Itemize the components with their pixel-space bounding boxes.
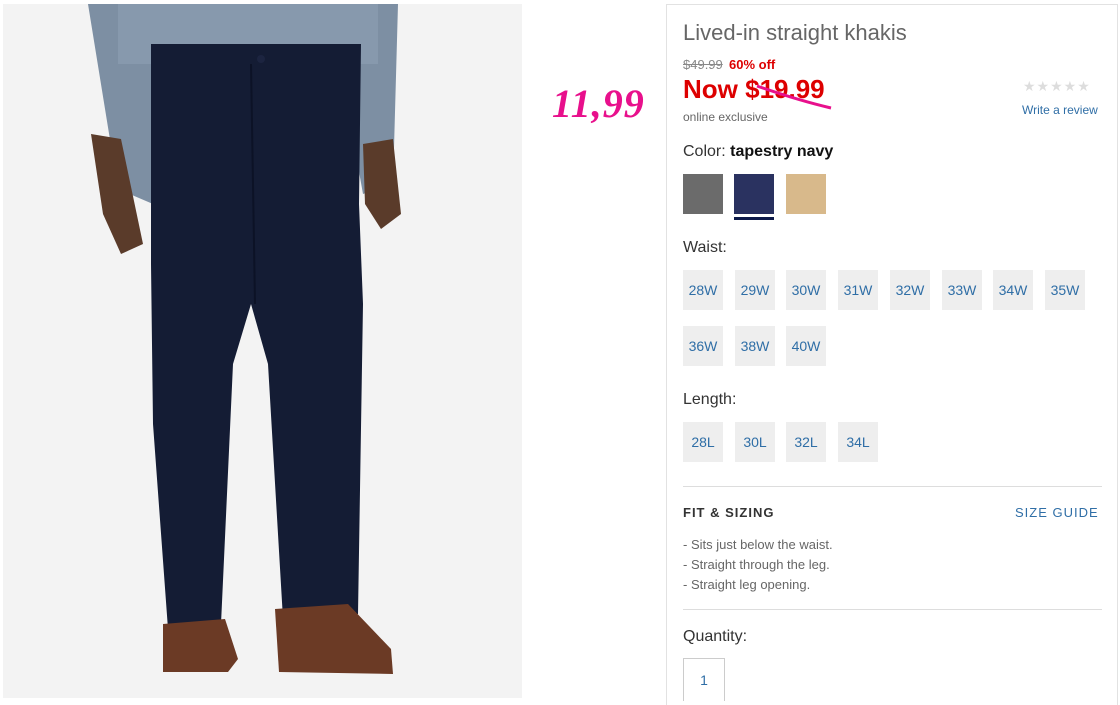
discount-label: 60% off xyxy=(729,57,776,72)
waist-option-31W[interactable]: 31W xyxy=(838,270,878,310)
length-option-34L[interactable]: 34L xyxy=(838,422,878,462)
original-price: $49.99 xyxy=(683,57,723,72)
color-label-text: Color: xyxy=(683,143,726,160)
fit-bullet: - Straight leg opening. xyxy=(683,577,811,592)
fit-bullet: - Straight through the leg. xyxy=(683,557,830,572)
rating-stars: ★★★★★ xyxy=(1023,78,1091,94)
product-image[interactable] xyxy=(3,4,522,698)
price-strike-annotation xyxy=(756,84,832,110)
waist-option-40W[interactable]: 40W xyxy=(786,326,826,366)
divider xyxy=(683,609,1102,610)
quantity-label: Quantity: xyxy=(683,628,748,645)
selected-swatch-indicator xyxy=(734,217,774,220)
waist-option-36W[interactable]: 36W xyxy=(683,326,723,366)
color-swatch-khaki[interactable] xyxy=(786,174,826,214)
color-swatch-tapestry-navy[interactable] xyxy=(734,174,774,214)
length-option-30L[interactable]: 30L xyxy=(735,422,775,462)
selected-color-name: tapestry navy xyxy=(730,143,834,160)
waist-option-35W[interactable]: 35W xyxy=(1045,270,1085,310)
fit-bullet: - Sits just below the waist. xyxy=(683,537,833,552)
waist-option-33W[interactable]: 33W xyxy=(942,270,982,310)
waist-option-32W[interactable]: 32W xyxy=(890,270,930,310)
length-option-28L[interactable]: 28L xyxy=(683,422,723,462)
write-review-link[interactable]: Write a review xyxy=(1022,103,1098,117)
waist-option-34W[interactable]: 34W xyxy=(993,270,1033,310)
fit-sizing-heading: FIT & SIZING xyxy=(683,505,775,520)
length-label: Length: xyxy=(683,391,737,408)
waist-label: Waist: xyxy=(683,239,727,256)
product-title: Lived-in straight khakis xyxy=(683,20,907,45)
color-swatch-gray[interactable] xyxy=(683,174,723,214)
waist-option-30W[interactable]: 30W xyxy=(786,270,826,310)
quantity-field[interactable]: 1 xyxy=(683,658,725,701)
length-option-32L[interactable]: 32L xyxy=(786,422,826,462)
waist-option-29W[interactable]: 29W xyxy=(735,270,775,310)
divider xyxy=(683,486,1102,487)
waist-option-38W[interactable]: 38W xyxy=(735,326,775,366)
color-label: Color: tapestry navy xyxy=(683,143,833,161)
online-exclusive-label: online exclusive xyxy=(683,110,768,124)
waist-option-28W[interactable]: 28W xyxy=(683,270,723,310)
size-guide-link[interactable]: SIZE GUIDE xyxy=(1015,505,1099,520)
handwritten-price-annotation: 11,99 xyxy=(552,81,645,126)
